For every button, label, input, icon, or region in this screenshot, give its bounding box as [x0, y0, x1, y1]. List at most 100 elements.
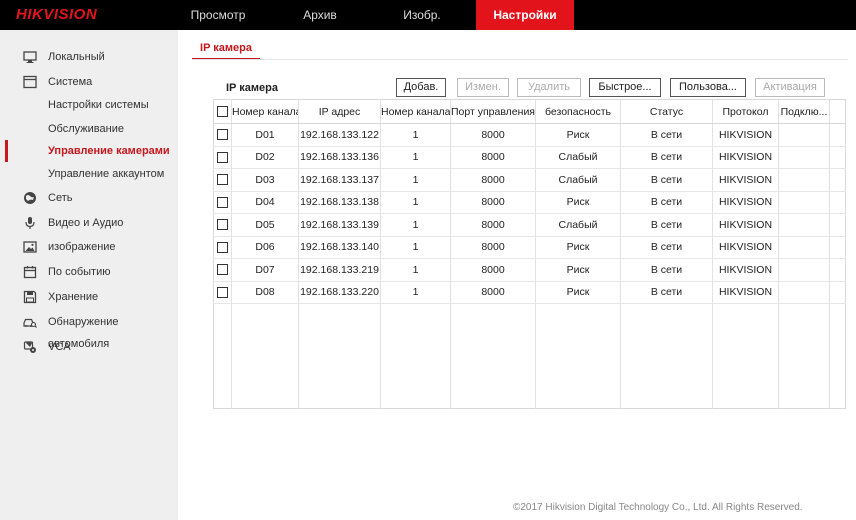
table-cell: В сети — [620, 123, 713, 147]
row-checkbox[interactable] — [217, 174, 228, 186]
footer-copyright: ©2017 Hikvision Digital Technology Co., … — [513, 502, 803, 513]
car-search-icon — [23, 318, 37, 328]
row-checkbox[interactable] — [217, 151, 228, 163]
row-select-cell — [213, 168, 232, 192]
sidebar-item-image[interactable]: изображение — [0, 236, 178, 258]
table-cell: HIKVISION — [712, 281, 779, 304]
activate-button[interactable]: Активация — [755, 78, 825, 97]
column-header[interactable]: Подклю... — [778, 99, 830, 124]
table-cell: 8000 — [450, 168, 536, 192]
table-cell: В сети — [620, 213, 713, 237]
table-cell — [778, 213, 830, 237]
delete-button[interactable]: Удалить — [517, 78, 581, 97]
table-cell-spacer — [829, 281, 846, 304]
sidebar: Локальный Система Настройки системы Обсл… — [0, 30, 178, 520]
table-cell: Слабый — [535, 168, 621, 192]
column-header[interactable]: Статус — [620, 99, 713, 124]
table-cell: В сети — [620, 146, 713, 169]
row-checkbox[interactable] — [217, 219, 228, 231]
table-cell: D02 — [231, 146, 299, 169]
table-cell: D04 — [231, 191, 299, 214]
custom-protocol-button[interactable]: Пользова... — [670, 78, 746, 97]
table-cell: 8000 — [450, 236, 536, 259]
row-checkbox[interactable] — [217, 129, 228, 141]
table-row[interactable]: D04 192.168.133.138 1 8000 Риск В сети HIKVISI… — [213, 191, 846, 214]
table-cell — [778, 168, 830, 192]
column-header[interactable]: Порт управления — [450, 99, 536, 124]
modify-button[interactable]: Измен. — [457, 78, 509, 97]
nav-picture[interactable]: Изобр. — [382, 0, 462, 30]
column-header[interactable]: IP адрес — [298, 99, 381, 124]
tab-ip-camera[interactable]: IP камера — [192, 40, 260, 60]
select-all-checkbox[interactable] — [217, 106, 228, 118]
picture-icon — [23, 241, 37, 253]
table-row[interactable]: D06 192.168.133.140 1 8000 Риск В сети HIKVISI… — [213, 236, 846, 259]
calendar-icon — [23, 266, 37, 279]
table-cell: Риск — [535, 191, 621, 214]
table-cell: D08 — [231, 281, 299, 304]
sidebar-item-vehicle-detection[interactable]: Обнаружение автомобиля — [0, 311, 178, 350]
sidebar-item-network[interactable]: Сеть — [0, 187, 178, 209]
table-cell: 192.168.133.140 — [298, 236, 381, 259]
table-cell: Риск — [535, 258, 621, 282]
table-cell: 1 — [380, 168, 451, 192]
tab-divider — [192, 59, 848, 60]
table-row[interactable]: D05 192.168.133.139 1 8000 Слабый В сети HIKVI… — [213, 213, 846, 237]
row-select-cell — [213, 191, 232, 214]
sidebar-item-video-audio[interactable]: Видео и Аудио — [0, 212, 178, 234]
table-cell: В сети — [620, 191, 713, 214]
sidebar-sub-user-management[interactable]: Управление аккаунтом — [0, 164, 178, 184]
row-select-cell — [213, 281, 232, 304]
table-cell: 8000 — [450, 146, 536, 169]
table-cell: 1 — [380, 236, 451, 259]
table-cell: Риск — [535, 123, 621, 147]
table-cell: D06 — [231, 236, 299, 259]
table-row[interactable]: D02 192.168.133.136 1 8000 Слабый В сети HIKVI… — [213, 146, 846, 169]
floppy-disk-icon — [23, 290, 37, 304]
table-cell — [778, 146, 830, 169]
sidebar-item-local[interactable]: Локальный — [0, 46, 178, 68]
row-checkbox[interactable] — [217, 264, 228, 276]
table-empty-cell — [380, 303, 451, 409]
add-button[interactable]: Добав. — [396, 78, 446, 97]
table-cell — [778, 123, 830, 147]
sidebar-sub-maintenance[interactable]: Обслуживание — [0, 119, 178, 139]
row-select-cell — [213, 236, 232, 259]
sidebar-item-event[interactable]: По событию — [0, 261, 178, 283]
table-row[interactable]: D07 192.168.133.219 1 8000 Риск В сети HIKVISI… — [213, 258, 846, 282]
table-cell: 192.168.133.138 — [298, 191, 381, 214]
column-header[interactable]: Протокол — [712, 99, 779, 124]
table-cell — [778, 258, 830, 282]
sidebar-sub-camera-management[interactable]: Управление камерами — [0, 141, 178, 161]
table-cell: 192.168.133.122 — [298, 123, 381, 147]
table-row[interactable]: D08 192.168.133.220 1 8000 Риск В сети HIKVISI… — [213, 281, 846, 304]
row-checkbox[interactable] — [217, 196, 228, 208]
table-cell-spacer — [829, 123, 846, 147]
table-empty-area — [214, 303, 846, 409]
column-header[interactable]: безопасность — [535, 99, 621, 124]
column-header[interactable]: Номер канала — [231, 99, 299, 124]
table-cell: 8000 — [450, 281, 536, 304]
table-row[interactable]: D03 192.168.133.137 1 8000 Слабый В сети HIKVI… — [213, 168, 846, 192]
nav-live-view[interactable]: Просмотр — [178, 0, 258, 30]
table-cell: HIKVISION — [712, 258, 779, 282]
sidebar-item-storage[interactable]: Хранение — [0, 286, 178, 308]
table-cell: 1 — [380, 258, 451, 282]
table-cell: 192.168.133.220 — [298, 281, 381, 304]
sidebar-sub-system-settings[interactable]: Настройки системы — [0, 95, 178, 115]
row-checkbox[interactable] — [217, 241, 228, 253]
table-cell: D07 — [231, 258, 299, 282]
table-row[interactable]: D01 192.168.133.122 1 8000 Риск В сети HIKVISI… — [213, 123, 846, 147]
table-cell: 1 — [380, 146, 451, 169]
table-cell: 1 — [380, 191, 451, 214]
nav-playback[interactable]: Архив — [282, 0, 358, 30]
column-header[interactable]: Номер канала — [380, 99, 451, 124]
sidebar-item-system[interactable]: Система — [0, 71, 178, 93]
table-empty-cell — [778, 303, 830, 409]
quick-add-button[interactable]: Быстрое... — [589, 78, 661, 97]
table-cell — [778, 191, 830, 214]
table-cell: 8000 — [450, 123, 536, 147]
row-checkbox[interactable] — [217, 286, 228, 298]
sidebar-item-vca[interactable]: VCA — [0, 336, 178, 358]
nav-configuration[interactable]: Настройки — [476, 0, 574, 30]
